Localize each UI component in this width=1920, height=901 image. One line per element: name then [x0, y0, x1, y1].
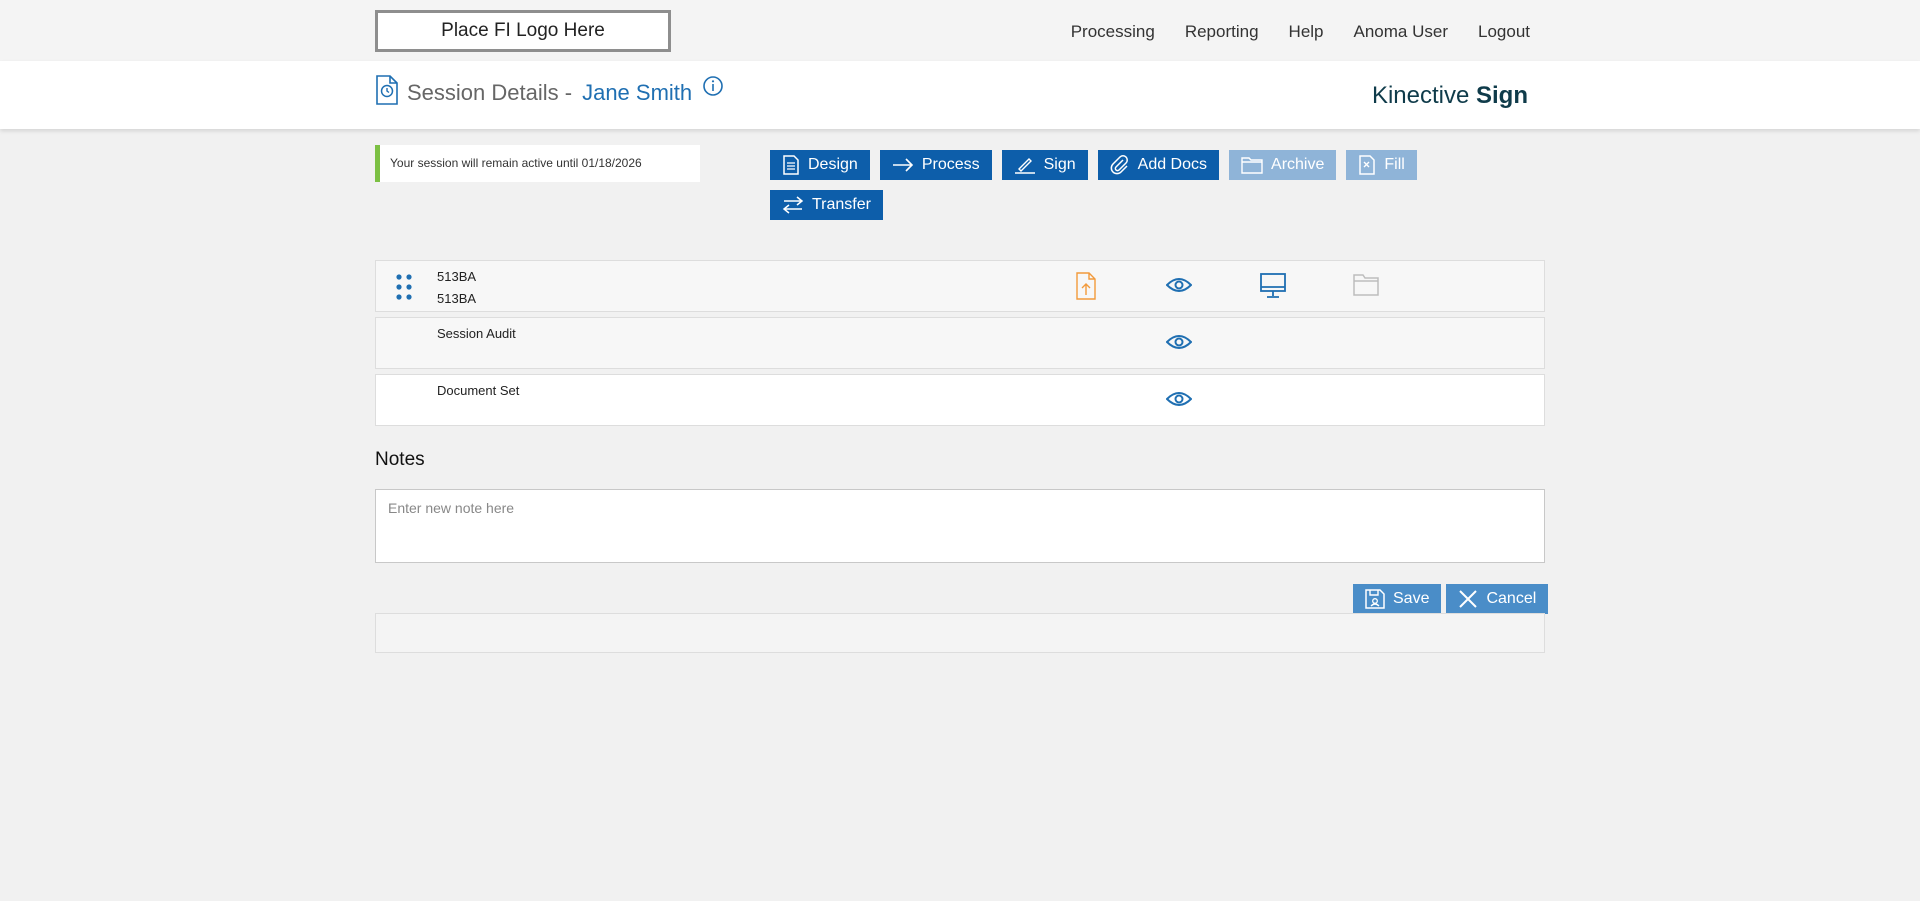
document-icon — [782, 155, 800, 175]
notes-list-panel — [375, 613, 1545, 653]
fill-button[interactable]: Fill — [1346, 150, 1417, 180]
archive-label: Archive — [1271, 156, 1325, 173]
fi-logo-placeholder: Place FI Logo Here — [375, 10, 671, 52]
sign-button[interactable]: Sign — [1001, 150, 1088, 180]
save-button[interactable]: Save — [1353, 584, 1442, 614]
close-icon — [1458, 589, 1478, 609]
nav-processing[interactable]: Processing — [1071, 22, 1155, 42]
transfer-icon — [782, 196, 804, 214]
folder-icon — [1241, 156, 1263, 174]
add-docs-label: Add Docs — [1137, 156, 1208, 173]
paperclip-icon — [1110, 155, 1130, 175]
archive-button[interactable]: Archive — [1229, 150, 1337, 180]
add-docs-button[interactable]: Add Docs — [1097, 150, 1220, 180]
save-label: Save — [1393, 590, 1430, 607]
pen-icon — [1014, 156, 1036, 174]
session-history-icon — [375, 75, 399, 110]
process-button[interactable]: Process — [879, 150, 992, 180]
sign-label: Sign — [1043, 156, 1076, 173]
document-list: 513BA 513BA Session Audit Document Set — [375, 260, 1545, 431]
process-label: Process — [921, 156, 980, 173]
note-input[interactable] — [375, 489, 1545, 563]
cancel-button[interactable]: Cancel — [1446, 584, 1549, 614]
customer-name: Jane Smith — [582, 79, 693, 105]
eye-icon[interactable] — [1165, 389, 1193, 414]
document-row-document-set[interactable]: Document Set — [375, 374, 1545, 426]
page-title-text: Session Details - — [407, 79, 573, 105]
top-nav: Processing Reporting Help Anoma User Log… — [1071, 22, 1530, 42]
document-name: 513BA — [437, 269, 477, 284]
fill-doc-icon — [1358, 155, 1376, 175]
save-icon — [1365, 589, 1385, 609]
page-title: Session Details - Jane Smith — [375, 75, 724, 110]
transfer-button[interactable]: Transfer — [770, 190, 883, 220]
page-header: Session Details - Jane Smith — [0, 61, 1920, 129]
monitor-icon[interactable] — [1260, 272, 1286, 305]
nav-user[interactable]: Anoma User — [1354, 22, 1448, 42]
cancel-label: Cancel — [1486, 590, 1537, 607]
design-button[interactable]: Design — [770, 150, 870, 180]
nav-logout[interactable]: Logout — [1478, 22, 1530, 42]
kinective-sign-brand: Kinective Sign — [1372, 82, 1528, 110]
brand-bold: Sign — [1476, 82, 1528, 109]
notes-heading: Notes — [375, 449, 425, 470]
drag-handle-icon[interactable] — [394, 273, 414, 306]
eye-icon[interactable] — [1165, 332, 1193, 357]
transfer-label: Transfer — [812, 196, 871, 213]
eye-icon[interactable] — [1165, 275, 1193, 300]
upload-file-icon[interactable] — [1075, 272, 1097, 305]
document-name: Session Audit — [437, 326, 516, 341]
document-subname: 513BA — [437, 291, 477, 306]
document-name: Document Set — [437, 383, 520, 398]
info-icon[interactable] — [702, 75, 724, 102]
nav-reporting[interactable]: Reporting — [1185, 22, 1259, 42]
document-row-session-audit[interactable]: Session Audit — [375, 317, 1545, 369]
action-toolbar: Design Process Sign Add Docs Archive Fil… — [770, 150, 1450, 230]
nav-help[interactable]: Help — [1289, 22, 1324, 42]
top-bar: Place FI Logo Here Processing Reporting … — [0, 0, 1920, 61]
note-actions: Save Cancel — [1353, 584, 1549, 614]
document-row-513ba[interactable]: 513BA 513BA — [375, 260, 1545, 312]
arrow-right-icon — [892, 158, 914, 172]
session-expiry-note: Your session will remain active until 01… — [375, 145, 700, 182]
brand-light: Kinective — [1371, 82, 1470, 109]
folder-icon[interactable] — [1353, 272, 1379, 301]
design-label: Design — [808, 156, 858, 173]
fill-label: Fill — [1384, 156, 1405, 173]
